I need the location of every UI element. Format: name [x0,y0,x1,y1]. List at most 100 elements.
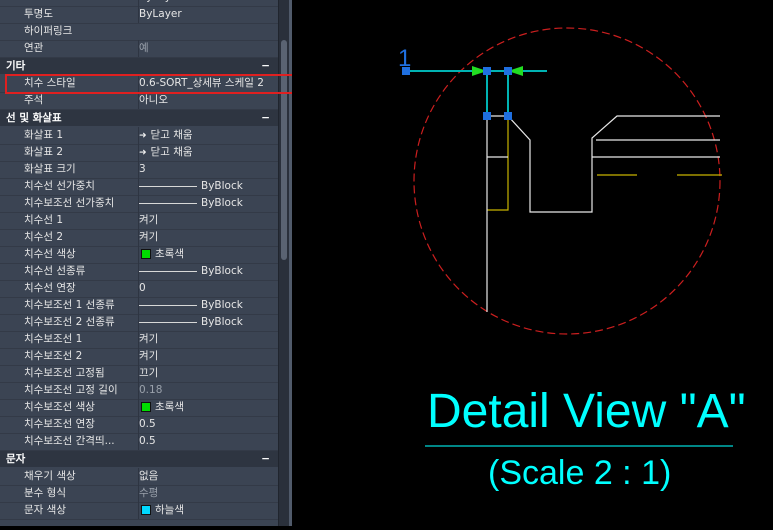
arrow-closed-filled-icon: ➜ [139,131,147,141]
grip-dim-2[interactable] [504,67,512,75]
grip-ext-2[interactable] [504,112,512,120]
detail-view-scale: (Scale 2 : 1) [488,454,672,492]
section-header[interactable]: 문자 − [0,451,278,467]
property-label: 치수보조선 고정 길이 [24,384,118,396]
property-value[interactable]: ➜ 닫고 채움 [138,127,277,145]
property-value-text: 켜기 [139,333,159,345]
property-row[interactable]: 치수보조선 1 선종류 ByBlock [0,297,278,315]
property-label: 치수선 선종류 [24,265,86,277]
property-row[interactable]: 하이퍼링크 [0,23,278,41]
property-value[interactable]: ByBlock [138,178,277,195]
property-value-text: 초록색 [155,248,184,260]
property-value-text: 없음 [139,470,159,482]
property-value-text: ByBlock [201,265,243,277]
property-row[interactable]: 치수선 색상 초록색 [0,246,278,264]
property-value-text: ByBlock [201,197,243,209]
highlight-box-dimstyle [5,74,294,94]
section-header[interactable]: 선 및 화살표 − [0,110,278,126]
property-value[interactable]: 0.5 [138,433,277,450]
property-value-text: 켜기 [139,214,159,226]
property-label: 연관 [24,42,44,54]
property-row[interactable]: 치수선 1 켜기 [0,212,278,230]
property-value[interactable]: ByBlock [138,195,277,212]
property-value[interactable]: 0.18 [138,382,277,399]
property-row[interactable]: 치수선 2 켜기 [0,229,278,247]
property-row[interactable]: 치수보조선 연장 0.5 [0,416,278,434]
drawing-canvas[interactable]: 1 Detail View "A" (Scale 2 : 1) [292,0,773,526]
property-label: 치수선 1 [24,214,63,226]
property-value-text: 켜기 [139,350,159,362]
property-value-text: 닫고 채움 [150,129,193,141]
property-value[interactable]: 초록색 [138,246,277,263]
property-value[interactable]: 끄기 [138,365,277,382]
property-value-text: ByLayer [139,8,182,20]
property-row[interactable]: 주석 아니오 [0,92,278,110]
property-row[interactable]: 치수보조선 간격띄... 0.5 [0,433,278,451]
section-title: 문자 [6,453,26,465]
property-row[interactable]: 화살표 1 ➜ 닫고 채움 [0,127,278,145]
linetype-preview [139,185,197,187]
property-label: 화살표 크기 [24,163,76,175]
property-value[interactable]: 켜기 [138,331,277,348]
property-row[interactable]: 분수 형식 수평 [0,485,278,503]
property-value-text: 끄기 [139,367,159,379]
property-value[interactable]: ➜ 닫고 채움 [138,144,277,162]
property-row[interactable]: 치수보조선 2 선종류 ByBlock [0,314,278,332]
property-value-text: 3 [139,163,146,175]
grip-dim-1[interactable] [483,67,491,75]
property-row[interactable]: 치수선 선종류 ByBlock [0,263,278,281]
property-row[interactable]: 치수보조선 선가중치 ByBlock [0,195,278,213]
property-value[interactable]: ByBlock [138,297,277,314]
property-value[interactable]: 예 [138,40,277,57]
detail-circle [413,27,721,335]
property-value[interactable]: 아니오 [138,92,277,109]
property-value[interactable]: ByLayer [138,6,277,23]
property-value[interactable]: 수평 [138,485,277,502]
section-header[interactable]: 기타 − [0,58,278,74]
property-value[interactable]: 켜기 [138,229,277,246]
collapse-icon[interactable]: − [261,58,270,74]
grip-ext-1[interactable] [483,112,491,120]
property-value-text: 0.18 [139,384,163,396]
property-value[interactable]: 3 [138,161,277,178]
property-row[interactable]: 화살표 크기 3 [0,161,278,179]
property-label: 치수보조선 선가중치 [24,197,115,209]
property-value-text: 초록색 [155,401,184,413]
property-value[interactable]: 0 [138,280,277,297]
property-row[interactable]: 채우기 색상 없음 [0,468,278,486]
collapse-icon[interactable]: − [261,110,270,126]
property-row[interactable]: 연관 예 [0,40,278,58]
property-value[interactable]: 0.5 [138,416,277,433]
dimension-entity[interactable]: 1 [398,45,547,120]
property-value[interactable]: 초록색 [138,399,277,416]
property-value[interactable]: ByBlock [138,263,277,280]
property-row[interactable]: 치수선 선가중치 ByBlock [0,178,278,196]
linetype-preview [139,304,197,306]
linetype-preview [139,321,197,323]
property-value-text: ByBlock [201,180,243,192]
property-row[interactable]: 치수보조선 1 켜기 [0,331,278,349]
property-row[interactable]: 문자 색상 하늘색 [0,502,278,520]
drawing-svg: 1 [398,27,733,447]
property-value-text: 하늘색 [155,504,184,516]
property-row[interactable]: 치수보조선 고정 길이 0.18 [0,382,278,400]
property-label: 치수선 2 [24,231,63,243]
property-label: 채우기 색상 [24,470,76,482]
scrollbar-thumb[interactable] [281,40,287,260]
property-value[interactable]: 켜기 [138,348,277,365]
property-label: 투명도 [24,8,53,20]
property-value[interactable]: 켜기 [138,212,277,229]
property-row[interactable]: 치수선 연장 0 [0,280,278,298]
property-row[interactable]: 치수보조선 2 켜기 [0,348,278,366]
collapse-icon[interactable]: − [261,451,270,467]
property-value-text: 켜기 [139,231,159,243]
property-row[interactable]: 투명도 ByLayer [0,6,278,24]
property-row[interactable]: 화살표 2 ➜ 닫고 채움 [0,144,278,162]
property-value-text: 아니오 [139,94,168,106]
property-value[interactable]: 하늘색 [138,502,277,519]
property-value[interactable]: ByBlock [138,314,277,331]
property-row[interactable]: 치수보조선 고정됨 끄기 [0,365,278,383]
property-row[interactable]: 치수보조선 색상 초록색 [0,399,278,417]
arrow-closed-filled-icon: ➜ [139,148,147,158]
property-value[interactable]: 없음 [138,468,277,485]
